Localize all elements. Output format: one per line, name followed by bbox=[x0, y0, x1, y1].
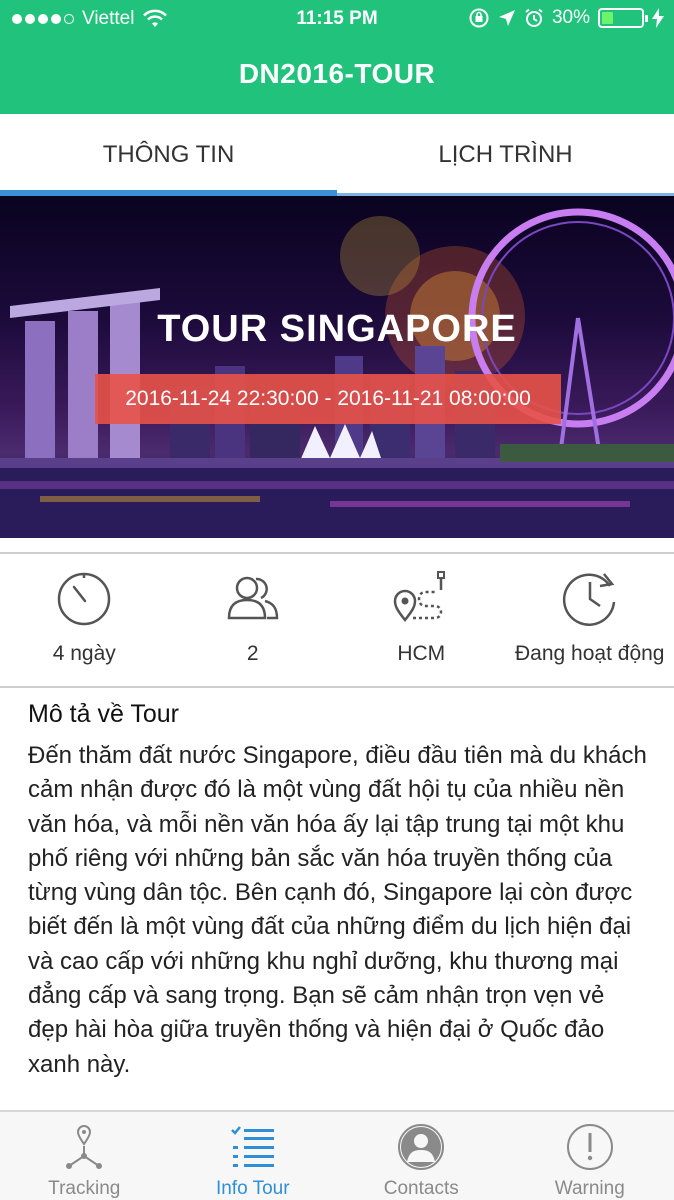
nav-info-tour-label: Info Tour bbox=[215, 1178, 290, 1199]
nav-contacts[interactable]: Contacts bbox=[337, 1112, 506, 1200]
stat-people-label: 2 bbox=[246, 642, 259, 665]
charging-bolt-icon bbox=[652, 8, 664, 28]
battery-percent: 30% bbox=[551, 7, 590, 28]
tab-schedule-label: LỊCH TRÌNH bbox=[438, 141, 573, 168]
route-icon bbox=[393, 571, 446, 623]
clock-icon bbox=[562, 573, 615, 626]
tour-title: TOUR SINGAPORE bbox=[157, 308, 517, 350]
singapore-skyline-image bbox=[0, 208, 674, 538]
stat-status-label: Đang hoạt động bbox=[515, 642, 665, 665]
stat-departure-label: HCM bbox=[397, 642, 446, 665]
battery-icon bbox=[598, 8, 648, 28]
description-title: Mô tả về Tour bbox=[28, 700, 180, 728]
tab-info-label: THÔNG TIN bbox=[102, 141, 235, 168]
tab-info[interactable]: THÔNG TIN bbox=[0, 114, 337, 196]
stopwatch-icon bbox=[58, 572, 111, 626]
stat-status: Đang hoạt động bbox=[506, 554, 674, 686]
nav-tracking[interactable]: Tracking bbox=[0, 1112, 169, 1200]
location-arrow-icon bbox=[498, 10, 515, 26]
list-icon bbox=[230, 1126, 274, 1167]
stat-people: 2 bbox=[169, 554, 338, 686]
tour-description: Mô tả về Tour Đến thăm đất nước Singapor… bbox=[28, 700, 648, 1082]
nav-warning-label: Warning bbox=[554, 1178, 625, 1199]
warning-icon bbox=[566, 1124, 613, 1170]
status-indicators: 30% bbox=[468, 7, 664, 29]
bottom-nav: Tracking Info Tour Contacts Warning bbox=[0, 1110, 674, 1200]
page-title: DN2016-TOUR bbox=[238, 58, 436, 89]
tab-bar: THÔNG TIN LỊCH TRÌNH bbox=[0, 114, 674, 196]
stat-duration: 4 ngày bbox=[0, 554, 169, 686]
rotation-lock-icon bbox=[469, 8, 489, 28]
tour-stats: 4 ngày 2 HCM Đang hoạt động bbox=[0, 552, 674, 688]
contact-icon bbox=[398, 1124, 445, 1170]
people-icon bbox=[227, 576, 279, 620]
description-text: Đến thăm đất nước Singapore, điều đầu ti… bbox=[28, 742, 647, 1078]
tab-schedule[interactable]: LỊCH TRÌNH bbox=[337, 114, 674, 196]
nav-tracking-label: Tracking bbox=[48, 1178, 121, 1199]
tracking-icon bbox=[66, 1125, 103, 1169]
stat-duration-label: 4 ngày bbox=[52, 642, 116, 665]
status-bar: Viettel 11:15 PM 30% bbox=[0, 0, 674, 38]
alarm-icon bbox=[525, 8, 543, 27]
tour-hero-image: TOUR SINGAPORE 2016-11-24 22:30:00 - 201… bbox=[0, 196, 674, 538]
nav-warning[interactable]: Warning bbox=[506, 1112, 674, 1200]
tour-date-range: 2016-11-24 22:30:00 - 2016-11-21 08:00:0… bbox=[95, 374, 561, 424]
nav-contacts-label: Contacts bbox=[383, 1178, 459, 1199]
stat-departure: HCM bbox=[337, 554, 506, 686]
app-header: Viettel 11:15 PM 30% DN2016-TOUR bbox=[0, 0, 674, 114]
nav-info-tour[interactable]: Info Tour bbox=[169, 1112, 338, 1200]
